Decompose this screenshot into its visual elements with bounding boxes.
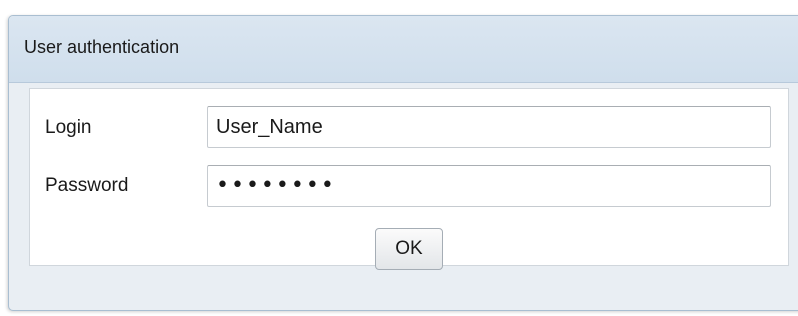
login-form: Login User_Name Password •••••••• OK [29,88,789,270]
login-label: Login [45,117,92,138]
login-input[interactable]: User_Name [207,106,771,148]
password-input[interactable]: •••••••• [207,165,771,207]
user-authentication-dialog: User authentication Login User_Name Pass… [8,15,798,311]
ok-button[interactable]: OK [375,228,443,270]
dialog-title: User authentication [24,37,180,57]
dialog-title-bar[interactable]: User authentication [9,16,798,83]
password-label: Password [45,175,129,196]
